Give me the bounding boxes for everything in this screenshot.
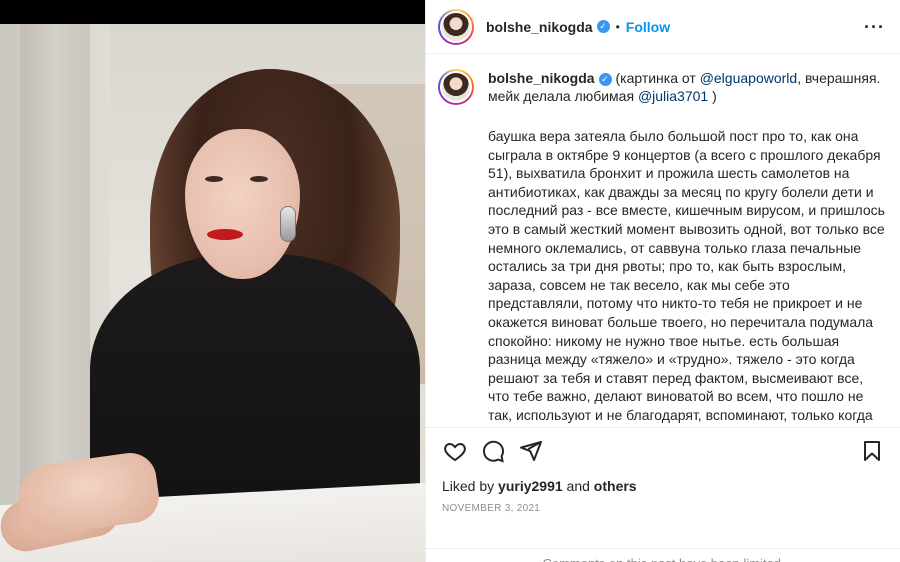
comments-limited-notice: Comments on this post have been limited. (426, 548, 900, 562)
post-header: bolshe_nikogda ✓ • Follow ··· (426, 0, 900, 54)
like-button[interactable] (438, 434, 472, 468)
caption-body: баушка вера затеяла было большой пост пр… (488, 128, 885, 427)
comment-icon (483, 440, 504, 462)
likes-and: and (566, 478, 590, 494)
verified-badge-icon: ✓ (598, 73, 612, 86)
share-button[interactable] (514, 434, 548, 468)
caption-text-before: (картинка от (615, 70, 700, 86)
caption-text-after: ) (708, 88, 717, 104)
post-side-panel: bolshe_nikogda ✓ • Follow ··· bolshe_nik… (425, 0, 900, 562)
post-photo[interactable] (0, 24, 425, 562)
paper-plane-icon (520, 440, 542, 461)
caption: bolshe_nikogda ✓ (картинка от @elguapowor… (438, 69, 885, 105)
author-username[interactable]: bolshe_nikogda (486, 19, 593, 35)
comment-button[interactable] (476, 434, 510, 468)
liked-by-user-link[interactable]: yuriy2991 (498, 478, 563, 494)
mention-link[interactable]: @julia3701 (638, 88, 708, 104)
caption-text: bolshe_nikogda ✓ (картинка от @elguapowor… (488, 69, 885, 105)
save-button[interactable] (855, 434, 889, 468)
author-avatar[interactable] (438, 8, 474, 45)
likes-prefix: Liked by (442, 478, 495, 494)
caption-author-avatar[interactable] (438, 69, 474, 105)
caption-username[interactable]: bolshe_nikogda (488, 70, 595, 86)
follow-button[interactable]: Follow (626, 19, 670, 35)
mention-link[interactable]: @elguapoworld (700, 70, 798, 86)
more-options-icon[interactable]: ··· (864, 17, 885, 38)
post-date[interactable]: NOVEMBER 3, 2021 (442, 503, 540, 514)
heart-icon (444, 442, 466, 461)
separator-dot: • (615, 19, 620, 34)
bookmark-icon (864, 440, 880, 461)
likes-others-link[interactable]: others (594, 478, 637, 494)
comments-scroll-area[interactable]: bolshe_nikogda ✓ (картинка от @elguapowor… (426, 55, 900, 427)
post-image-pane (0, 0, 425, 562)
action-bar (426, 427, 900, 473)
verified-badge-icon: ✓ (596, 20, 610, 33)
likes-summary: Liked by yuriy2991 and others (442, 478, 637, 494)
